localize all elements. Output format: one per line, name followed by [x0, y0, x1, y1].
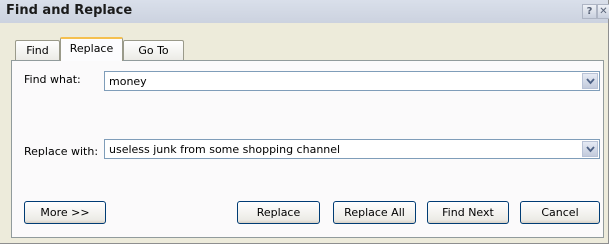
chevron-down-icon[interactable]: [582, 73, 598, 89]
tab-replace[interactable]: Replace: [60, 37, 123, 61]
replace-with-value: useless junk from some shopping channel: [109, 143, 341, 156]
find-replace-dialog: Find and Replace ? ✕ Find Replace Go To …: [0, 0, 609, 244]
find-what-value: money: [109, 75, 147, 88]
tab-label: Go To: [138, 44, 169, 57]
find-next-button[interactable]: Find Next: [427, 201, 509, 224]
tab-go-to[interactable]: Go To: [123, 40, 184, 60]
tab-find[interactable]: Find: [15, 40, 60, 60]
dialog-title: Find and Replace: [6, 3, 133, 18]
find-what-label: Find what:: [24, 73, 81, 86]
chevron-down-icon[interactable]: [582, 141, 598, 157]
tab-label: Replace: [69, 42, 114, 55]
help-icon[interactable]: ?: [582, 4, 597, 19]
title-bar[interactable]: Find and Replace ? ✕: [0, 0, 609, 23]
more-button[interactable]: More >>: [24, 201, 106, 224]
find-what-input[interactable]: money: [104, 71, 600, 91]
cancel-button[interactable]: Cancel: [520, 201, 600, 224]
tab-label: Find: [26, 44, 49, 57]
replace-with-input[interactable]: useless junk from some shopping channel: [104, 139, 600, 159]
replace-button[interactable]: Replace: [237, 201, 320, 224]
close-icon[interactable]: ✕: [597, 4, 609, 19]
replace-all-button[interactable]: Replace All: [333, 201, 416, 224]
replace-with-label: Replace with:: [24, 145, 99, 158]
